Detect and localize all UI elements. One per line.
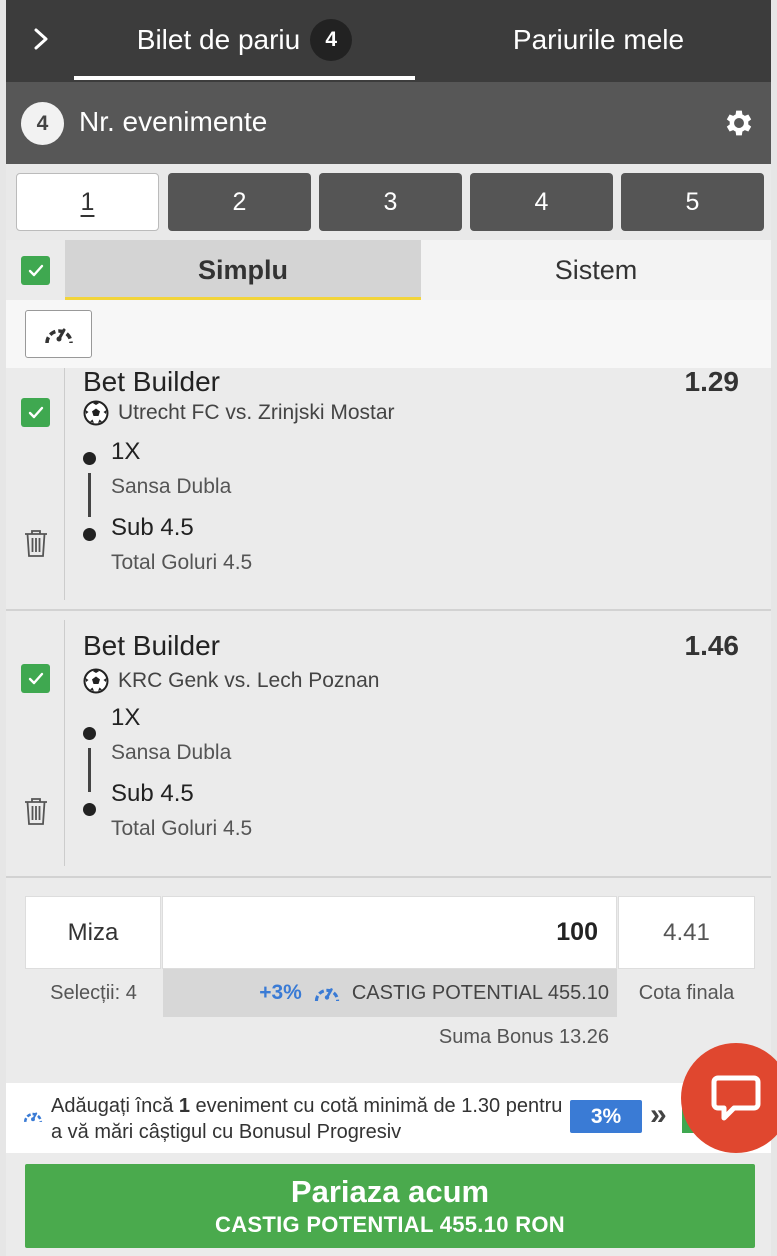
selection-market: Total Goluri 4.5 [111, 551, 253, 574]
bet-match-name: KRC Genk vs. Lech Poznan [118, 669, 380, 692]
speedometer-button[interactable] [25, 310, 92, 358]
stake-section: Miza 100 4.41 Selecții: 4 +3% CASTIG POT… [6, 878, 771, 1083]
ticket-tab-4[interactable]: 4 [470, 173, 613, 231]
total-odds: 4.41 [618, 896, 755, 969]
place-bet-title: Pariaza acum [290, 1174, 490, 1209]
ticket-tab-3[interactable]: 3 [319, 173, 462, 231]
place-bet-button[interactable]: Pariaza acum CASTIG POTENTIAL 455.10 RON [25, 1164, 755, 1248]
ticket-tab-1[interactable]: 1 [16, 173, 159, 231]
selection: 1X Sansa Dubla [111, 704, 231, 765]
chevron-right-icon[interactable] [26, 22, 56, 56]
progressive-bonus-promo: Adăugați încă 1 eveniment cu cotă minimă… [6, 1083, 771, 1153]
select-all-checkbox[interactable] [21, 256, 50, 285]
bet-match: Utrecht FC vs. Zrinjski Mostar [83, 400, 395, 426]
double-chevron-icon: » [650, 1098, 667, 1131]
speedometer-icon [44, 328, 73, 344]
speedometer-icon [314, 988, 339, 1002]
bet-separator [6, 609, 771, 611]
selection-dot [83, 727, 96, 740]
selection: Sub 4.5 Total Goluri 4.5 [111, 514, 252, 575]
selection-dot [83, 528, 96, 541]
bet-list: Bet Builder 1.29 Utrecht FC vs. Zrinjski… [6, 368, 771, 878]
bet-match-name: Utrecht FC vs. Zrinjski Mostar [118, 401, 395, 424]
trash-icon[interactable] [23, 528, 49, 558]
ticket-tab-2[interactable]: 2 [168, 173, 311, 231]
selection-pick: 1X [111, 438, 141, 465]
promo-text-bold: 1 [178, 1095, 190, 1117]
bet-odds: 1.46 [684, 630, 740, 661]
tab-bet-ticket-label: Bilet de pariu [136, 24, 301, 55]
speedometer-icon [23, 1112, 43, 1122]
divider [64, 368, 65, 600]
divider [64, 620, 65, 866]
active-tab-underline [74, 76, 415, 80]
selection-connector [88, 473, 91, 517]
top-bar: Bilet de pariu 4 Pariurile mele [6, 0, 771, 82]
trash-icon[interactable] [23, 796, 49, 826]
events-label: Nr. evenimente [79, 106, 268, 137]
selection-market: Total Goluri 4.5 [111, 817, 253, 840]
selection-pick: Sub 4.5 [111, 514, 194, 541]
selection-market: Sansa Dubla [111, 741, 232, 764]
selection-pick: 1X [111, 704, 141, 731]
bet-checkbox[interactable] [21, 398, 50, 427]
bet-title: Bet Builder [83, 630, 220, 661]
final-odds-label: Cota finala [638, 981, 735, 1004]
promo-text: Adăugați încă 1 eveniment cu cotă minimă… [51, 1093, 571, 1145]
selection: 1X Sansa Dubla [111, 438, 231, 499]
bet-title: Bet Builder [83, 368, 220, 397]
place-bet-potential: CASTIG POTENTIAL 455.10 RON [215, 1212, 565, 1237]
stake-input[interactable]: 100 [162, 896, 617, 969]
selection-dot [83, 452, 96, 465]
bet-odds: 1.29 [684, 368, 740, 397]
selection-pick: Sub 4.5 [111, 780, 194, 807]
tab-my-bets[interactable]: Pariurile mele [426, 0, 771, 80]
selection-market: Sansa Dubla [111, 475, 232, 498]
chat-bubble-icon [711, 1075, 761, 1121]
soccer-ball-icon [83, 668, 109, 694]
tab-system[interactable]: Sistem [421, 240, 771, 300]
promo-text-part: Adăugați încă [51, 1095, 179, 1117]
bet-item: Bet Builder 1.46 KRC Genk vs. Lech Pozna… [6, 620, 771, 866]
events-bar: 4 Nr. evenimente [6, 82, 771, 164]
ticket-tab-5[interactable]: 5 [621, 173, 764, 231]
ticket-tabs: 1 2 3 4 5 [6, 164, 771, 240]
bet-match: KRC Genk vs. Lech Poznan [83, 668, 379, 694]
stake-label: Miza [25, 896, 161, 969]
bet-slip-panel: Bilet de pariu 4 Pariurile mele 4 Nr. ev… [6, 0, 771, 1256]
selections-count: Selecții: 4 [50, 981, 137, 1004]
potential-win-label: CASTIG POTENTIAL 455.10 [351, 981, 609, 1004]
tab-bet-ticket[interactable]: Bilet de pariu 4 [74, 0, 415, 80]
selection-dot [83, 803, 96, 816]
bet-type-row: Simplu Sistem [6, 240, 771, 300]
potential-win: +3% CASTIG POTENTIAL 455.10 [163, 969, 617, 1017]
ticket-count-badge: 4 [310, 19, 353, 61]
bet-checkbox[interactable] [21, 664, 50, 693]
boost-percent: +3% [259, 981, 302, 1004]
selection: Sub 4.5 Total Goluri 4.5 [111, 780, 252, 841]
soccer-ball-icon [83, 400, 109, 426]
gear-icon[interactable] [722, 106, 756, 140]
bonus-percent-badge: 3% [570, 1100, 642, 1133]
bet-item: Bet Builder 1.29 Utrecht FC vs. Zrinjski… [6, 368, 771, 600]
selection-connector [88, 748, 91, 792]
bonus-amount: Suma Bonus 13.26 [438, 1026, 609, 1048]
tab-simple[interactable]: Simplu [65, 240, 421, 300]
events-count-badge: 4 [21, 102, 64, 145]
boost-row [6, 300, 771, 368]
